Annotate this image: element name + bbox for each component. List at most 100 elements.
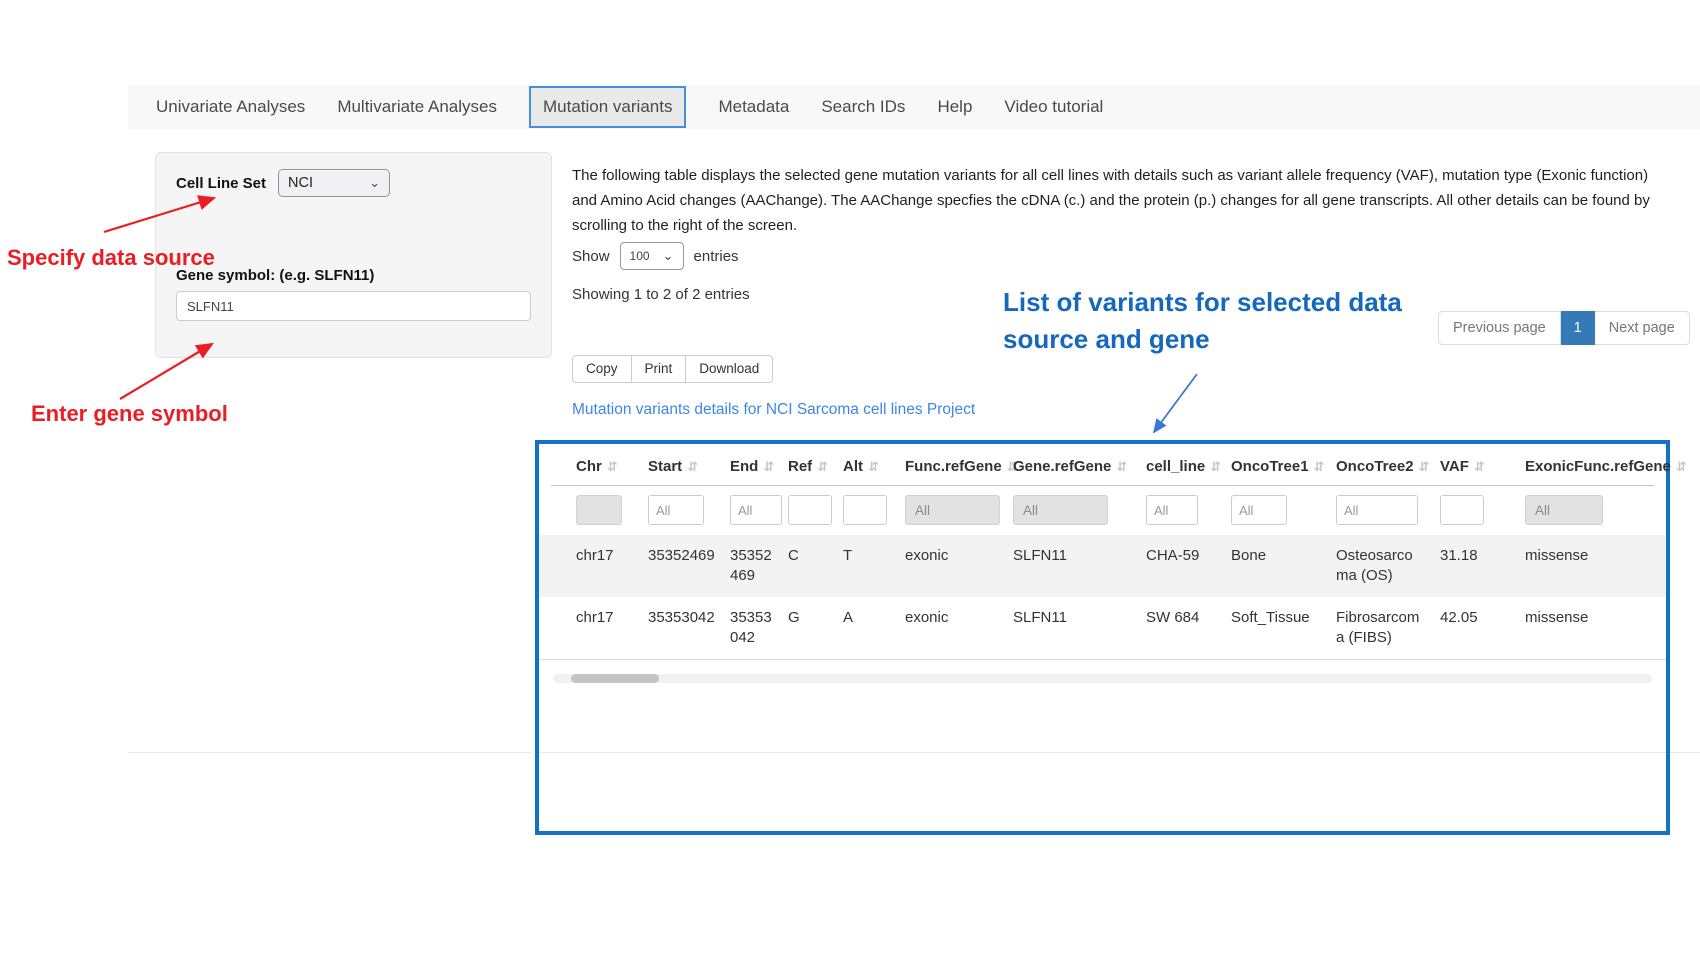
cell-vaf: 31.18 bbox=[1425, 546, 1510, 586]
annotation-variants-note-line2: source and gene bbox=[1003, 321, 1402, 358]
sort-icon[interactable]: ⇵ bbox=[607, 459, 618, 475]
gene-symbol-label: Gene symbol: (e.g. SLFN11) bbox=[176, 267, 531, 284]
tab-mutation-variants[interactable]: Mutation variants bbox=[529, 86, 686, 128]
tab-multivariate-analyses[interactable]: Multivariate Analyses bbox=[337, 97, 497, 117]
sort-icon[interactable]: ⇵ bbox=[1474, 459, 1485, 475]
annotation-variants-note-line1: List of variants for selected data bbox=[1003, 284, 1402, 321]
column-label: OncoTree2 bbox=[1336, 458, 1414, 475]
page-1-button[interactable]: 1 bbox=[1561, 311, 1595, 345]
filter-cell-alt bbox=[828, 495, 890, 525]
page-length-select[interactable]: 100 ⌄ bbox=[620, 242, 684, 270]
tab-video-tutorial[interactable]: Video tutorial bbox=[1004, 97, 1103, 117]
cell-gene-refgene: SLFN11 bbox=[998, 608, 1131, 648]
show-label: Show bbox=[572, 248, 610, 265]
table-bottom-divider bbox=[539, 659, 1666, 660]
filter-input-ref[interactable] bbox=[788, 495, 832, 525]
column-header-alt[interactable]: Alt⇵ bbox=[828, 458, 890, 475]
show-entries-row: Show 100 ⌄ entries bbox=[572, 242, 739, 270]
cell-end: 35353042 bbox=[715, 608, 773, 648]
table-title-link[interactable]: Mutation variants details for NCI Sarcom… bbox=[572, 401, 975, 419]
column-label: Func.refGene bbox=[905, 458, 1002, 475]
cell-line-set-label: Cell Line Set bbox=[176, 175, 266, 192]
variants-table: Chr⇵Start⇵End⇵Ref⇵Alt⇵Func.refGene⇵Gene.… bbox=[535, 440, 1670, 835]
cell-line-set-select[interactable]: NCI ⌄ bbox=[278, 169, 390, 197]
column-header-cell-line[interactable]: cell_line⇵ bbox=[1131, 458, 1216, 475]
tab-help[interactable]: Help bbox=[937, 97, 972, 117]
column-header-func-refgene[interactable]: Func.refGene⇵ bbox=[890, 458, 998, 475]
column-label: ExonicFunc.refGene bbox=[1525, 458, 1671, 475]
table-body: chr173535246935352469CTexonicSLFN11CHA-5… bbox=[539, 535, 1666, 659]
download-button[interactable]: Download bbox=[685, 355, 773, 383]
cell-chr: chr17 bbox=[561, 546, 633, 586]
column-header-oncotree2[interactable]: OncoTree2⇵ bbox=[1321, 458, 1425, 475]
filter-select-func-refgene[interactable]: All bbox=[905, 495, 1000, 525]
cell-exonicfunc-refgene: missense bbox=[1510, 546, 1655, 586]
page-length-value: 100 bbox=[630, 249, 650, 263]
cell-func-refgene: exonic bbox=[890, 608, 998, 648]
column-label: Gene.refGene bbox=[1013, 458, 1111, 475]
table-row[interactable]: chr173535246935352469CTexonicSLFN11CHA-5… bbox=[539, 535, 1666, 597]
cell-line-set-value: NCI bbox=[288, 175, 313, 191]
previous-page-button[interactable]: Previous page bbox=[1438, 311, 1561, 345]
filter-select-chr[interactable] bbox=[576, 495, 622, 525]
column-header-end[interactable]: End⇵ bbox=[715, 458, 773, 475]
gene-symbol-input[interactable] bbox=[176, 291, 531, 321]
cell-ref: C bbox=[773, 546, 828, 586]
print-button[interactable]: Print bbox=[631, 355, 687, 383]
sort-icon[interactable]: ⇵ bbox=[687, 459, 698, 475]
column-header-oncotree1[interactable]: OncoTree1⇵ bbox=[1216, 458, 1321, 475]
page-divider-right bbox=[1670, 752, 1700, 753]
filter-cell-end bbox=[715, 495, 773, 525]
filter-input-cell-line[interactable] bbox=[1146, 495, 1198, 525]
sort-icon[interactable]: ⇵ bbox=[817, 459, 828, 475]
column-header-exonicfunc-refgene[interactable]: ExonicFunc.refGene⇵ bbox=[1510, 458, 1655, 475]
filter-cell-start bbox=[633, 495, 715, 525]
sort-icon[interactable]: ⇵ bbox=[1676, 459, 1687, 475]
column-header-ref[interactable]: Ref ⇵ bbox=[773, 458, 828, 475]
cell-line-set-row: Cell Line Set NCI ⌄ bbox=[176, 169, 531, 197]
cell-oncotree2: Osteosarcoma (OS) bbox=[1321, 546, 1425, 586]
filter-cell-vaf bbox=[1425, 495, 1510, 525]
column-header-chr[interactable]: Chr⇵ bbox=[561, 458, 633, 475]
filter-cell-func-refgene: All bbox=[890, 495, 998, 525]
cell-exonicfunc-refgene: missense bbox=[1510, 608, 1655, 648]
tab-search-ids[interactable]: Search IDs bbox=[821, 97, 905, 117]
filter-input-oncotree1[interactable] bbox=[1231, 495, 1287, 525]
table-row[interactable]: chr173535304235353042GAexonicSLFN11SW 68… bbox=[539, 597, 1666, 659]
filter-select-exonicfunc-refgene[interactable]: All bbox=[1525, 495, 1603, 525]
column-header-vaf[interactable]: VAF⇵ bbox=[1425, 458, 1510, 475]
page-divider-through-table bbox=[539, 752, 1666, 753]
column-header-gene-refgene[interactable]: Gene.refGene ⇵ bbox=[998, 458, 1131, 475]
filter-input-oncotree2[interactable] bbox=[1336, 495, 1418, 525]
entries-label: entries bbox=[694, 248, 739, 265]
cell-chr: chr17 bbox=[561, 608, 633, 648]
tab-univariate-analyses[interactable]: Univariate Analyses bbox=[156, 97, 305, 117]
cell-func-refgene: exonic bbox=[890, 546, 998, 586]
column-label: Ref bbox=[788, 458, 812, 475]
column-label: Start bbox=[648, 458, 682, 475]
filter-cell-ref bbox=[773, 495, 828, 525]
filter-input-alt[interactable] bbox=[843, 495, 887, 525]
column-label: cell_line bbox=[1146, 458, 1205, 475]
filter-input-vaf[interactable] bbox=[1440, 495, 1484, 525]
horizontal-scrollbar-thumb[interactable] bbox=[571, 674, 659, 683]
cell-oncotree1: Soft_Tissue bbox=[1216, 608, 1321, 648]
copy-button[interactable]: Copy bbox=[572, 355, 632, 383]
next-page-button[interactable]: Next page bbox=[1595, 311, 1690, 345]
filter-select-gene-refgene[interactable]: All bbox=[1013, 495, 1108, 525]
table-header-row: Chr⇵Start⇵End⇵Ref⇵Alt⇵Func.refGene⇵Gene.… bbox=[539, 444, 1666, 485]
sort-icon[interactable]: ⇵ bbox=[868, 459, 879, 475]
cell-alt: T bbox=[828, 546, 890, 586]
filter-cell-oncotree1 bbox=[1216, 495, 1321, 525]
table-description: The following table displays the selecte… bbox=[572, 163, 1652, 238]
column-header-start[interactable]: Start ⇵ bbox=[633, 458, 715, 475]
tab-metadata[interactable]: Metadata bbox=[718, 97, 789, 117]
filter-input-start[interactable] bbox=[648, 495, 704, 525]
cell-ref: G bbox=[773, 608, 828, 648]
cell-oncotree1: Bone bbox=[1216, 546, 1321, 586]
annotation-enter-gene-symbol: Enter gene symbol bbox=[31, 401, 228, 427]
sort-icon[interactable]: ⇵ bbox=[1116, 459, 1127, 475]
cell-start: 35353042 bbox=[633, 608, 715, 648]
pagination: Previous page 1 Next page bbox=[1438, 311, 1690, 345]
filter-cell-gene-refgene: All bbox=[998, 495, 1131, 525]
